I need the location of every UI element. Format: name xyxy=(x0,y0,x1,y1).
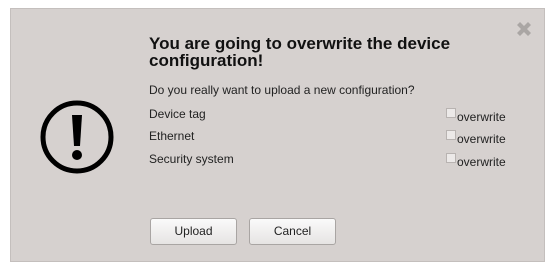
warning-icon xyxy=(39,99,115,175)
overwrite-checkbox-label[interactable]: overwrite xyxy=(457,110,506,124)
option-label: Ethernet xyxy=(149,129,195,143)
overwrite-config-dialog: You are going to overwrite the device co… xyxy=(10,8,545,262)
overwrite-checkbox-label[interactable]: overwrite xyxy=(457,132,506,146)
overwrite-checkbox-label[interactable]: overwrite xyxy=(457,155,506,169)
dialog-title: You are going to overwrite the device co… xyxy=(149,34,451,70)
upload-button[interactable]: Upload xyxy=(150,218,237,245)
overwrite-checkbox-device-tag[interactable] xyxy=(446,108,456,118)
option-label: Security system xyxy=(149,152,234,166)
overwrite-checkbox-ethernet[interactable] xyxy=(446,130,456,140)
option-label: Device tag xyxy=(149,107,206,121)
dialog-question: Do you really want to upload a new confi… xyxy=(149,83,415,97)
overwrite-checkbox-security-system[interactable] xyxy=(446,153,456,163)
option-row-device-tag: Device tag overwrite xyxy=(149,107,521,125)
close-icon[interactable] xyxy=(514,19,534,39)
option-row-security-system: Security system overwrite xyxy=(149,152,521,170)
cancel-button[interactable]: Cancel xyxy=(249,218,336,245)
option-row-ethernet: Ethernet overwrite xyxy=(149,129,521,147)
